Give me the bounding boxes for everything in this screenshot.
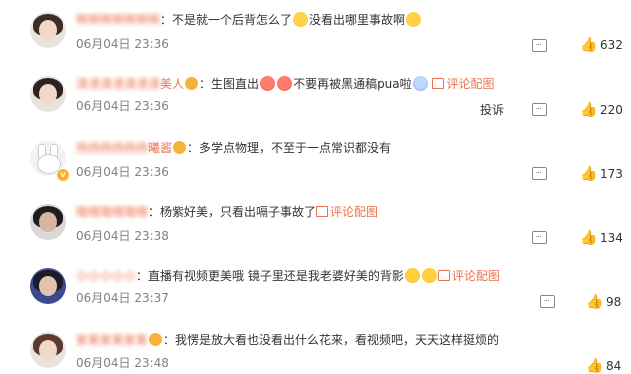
username[interactable]: 小小小小小 bbox=[76, 269, 136, 283]
comment-line: 啊啊啊啊啊啊啊：不是就一个后背怎么了 没看出哪里事故啊 bbox=[76, 12, 422, 28]
bird-emoji-icon bbox=[412, 76, 428, 91]
comment-time: 06月04日 23:37 bbox=[76, 291, 169, 305]
comment-text: 直播有视频更美哦 镜子里还是我老婆好美的背影 bbox=[148, 269, 404, 283]
username[interactable]: 清清清清清清清 bbox=[76, 77, 160, 91]
comment-text: 没看出哪里事故啊 bbox=[309, 13, 406, 27]
avatar[interactable] bbox=[30, 76, 66, 112]
level-badge-icon bbox=[185, 77, 199, 90]
comment-text: 不要再被黑通稿pua啦 bbox=[293, 77, 412, 91]
comment-image-link[interactable]: 评论配图 bbox=[446, 77, 494, 91]
verified-badge-icon: v bbox=[56, 168, 70, 182]
thumb-up-icon[interactable]: 👍 bbox=[580, 230, 597, 246]
thumb-up-icon[interactable]: 👍 bbox=[586, 358, 603, 374]
comment-item: 清清清清清清清美人 ：生图直出 不要再被黑通稿pua啦 评论配图 06月04日 23… bbox=[0, 62, 631, 126]
avatar[interactable] bbox=[30, 204, 66, 240]
comment-line: 清清清清清清清美人 ：生图直出 不要再被黑通稿pua啦 评论配图 bbox=[76, 76, 495, 91]
username[interactable]: 啊啊啊啊啊啊啊 bbox=[76, 13, 160, 27]
laugh-cry-emoji-icon bbox=[293, 12, 309, 27]
like-count: 632 bbox=[600, 38, 623, 52]
comment-item: 瞎瞎瞎瞎瞎瞎：杨紫好美，只看出嗝子事故了 评论配图 06月04日 23:38 👍 … bbox=[0, 190, 631, 254]
comment-image-link[interactable]: 评论配图 bbox=[330, 205, 378, 219]
heart-eyes-emoji-icon bbox=[277, 76, 293, 91]
like-count: 173 bbox=[600, 167, 623, 181]
comment-text: 不是就一个后背怎么了 bbox=[172, 13, 293, 27]
avatar[interactable] bbox=[30, 332, 66, 368]
like-count: 98 bbox=[606, 295, 622, 309]
like-count: 84 bbox=[606, 359, 622, 373]
image-icon bbox=[432, 78, 445, 89]
thumb-up-icon[interactable]: 👍 bbox=[580, 166, 597, 182]
comment-item: 小小小小小：直播有视频更美哦 镜子里还是我老婆好美的背影 评论配图 06月04日 … bbox=[0, 254, 631, 318]
avatar[interactable] bbox=[30, 12, 66, 48]
username-suffix[interactable]: 曦酱 bbox=[148, 141, 172, 155]
like-count: 220 bbox=[600, 103, 623, 117]
wow-emoji-icon bbox=[404, 268, 420, 283]
comment-text: 多学点物理，不至于一点常识都没有 bbox=[199, 141, 392, 155]
avatar[interactable] bbox=[30, 268, 66, 304]
comment-text: 生图直出 bbox=[211, 77, 260, 91]
username[interactable]: 紫紫紫紫紫紫 bbox=[76, 333, 148, 347]
laugh-cry-emoji-icon bbox=[406, 12, 422, 27]
comment-time: 06月04日 23:36 bbox=[76, 99, 169, 113]
level-badge-icon bbox=[173, 141, 187, 154]
comment-text: 杨紫好美，只看出嗝子事故了 bbox=[160, 205, 317, 219]
comment-time: 06月04日 23:38 bbox=[76, 229, 169, 243]
comment-item: v 扬扬扬扬扬扬曦酱 ：多学点物理，不至于一点常识都没有 06月04日 23:36… bbox=[0, 126, 631, 190]
image-icon bbox=[437, 270, 450, 281]
comment-item: 啊啊啊啊啊啊啊：不是就一个后背怎么了 没看出哪里事故啊 06月04日 23:36 … bbox=[0, 0, 631, 62]
comment-line: 小小小小小：直播有视频更美哦 镜子里还是我老婆好美的背影 评论配图 bbox=[76, 268, 500, 283]
username[interactable]: 瞎瞎瞎瞎瞎瞎 bbox=[76, 205, 148, 219]
comment-icon[interactable] bbox=[532, 231, 547, 244]
comment-icon[interactable] bbox=[532, 39, 547, 52]
comment-icon[interactable] bbox=[532, 103, 547, 116]
like-count: 134 bbox=[600, 231, 623, 245]
comment-time: 06月04日 23:36 bbox=[76, 165, 169, 179]
heart-eyes-emoji-icon bbox=[260, 76, 276, 91]
username-suffix[interactable]: 美人 bbox=[160, 77, 184, 91]
thumb-up-icon[interactable]: 👍 bbox=[580, 37, 597, 53]
comment-item: 紫紫紫紫紫紫 ：我愣是放大看也没看出什么花来，看视频吧，天天这样挺烦的 06月04… bbox=[0, 318, 631, 374]
report-button[interactable]: 投诉 bbox=[480, 102, 504, 118]
comment-line: 紫紫紫紫紫紫 ：我愣是放大看也没看出什么花来，看视频吧，天天这样挺烦的 bbox=[76, 333, 500, 347]
comment-line: 瞎瞎瞎瞎瞎瞎：杨紫好美，只看出嗝子事故了 评论配图 bbox=[76, 205, 379, 219]
level-badge-icon bbox=[149, 333, 163, 346]
comment-time: 06月04日 23:36 bbox=[76, 37, 169, 51]
wow-emoji-icon bbox=[421, 268, 437, 283]
thumb-up-icon[interactable]: 👍 bbox=[580, 102, 597, 118]
comment-icon[interactable] bbox=[540, 295, 555, 308]
comment-image-link[interactable]: 评论配图 bbox=[452, 269, 500, 283]
comment-line: 扬扬扬扬扬扬曦酱 ：多学点物理，不至于一点常识都没有 bbox=[76, 141, 392, 155]
thumb-up-icon[interactable]: 👍 bbox=[586, 294, 603, 310]
username[interactable]: 扬扬扬扬扬扬 bbox=[76, 141, 148, 155]
comment-text: 我愣是放大看也没看出什么花来，看视频吧，天天这样挺烦的 bbox=[175, 333, 500, 347]
image-icon bbox=[316, 206, 329, 217]
comment-icon[interactable] bbox=[532, 167, 547, 180]
